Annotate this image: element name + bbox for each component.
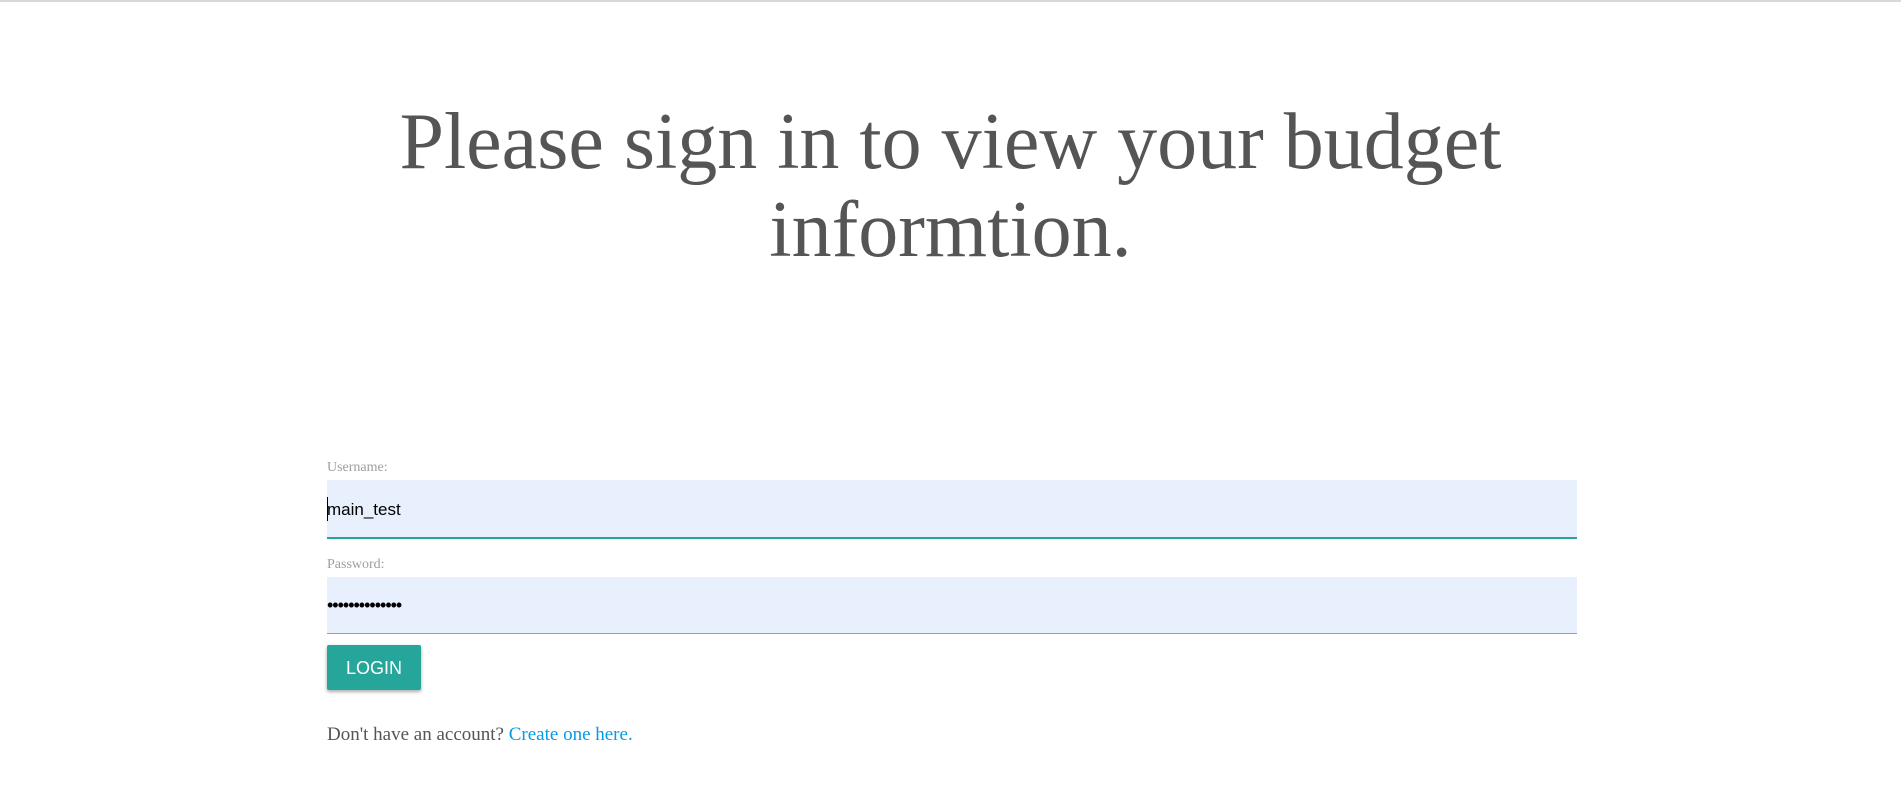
username-value: main_test [327,500,401,519]
page-title-line-2: informtion. [769,186,1132,274]
text-caret [327,497,328,521]
login-button[interactable]: LOGIN [327,645,421,690]
username-input[interactable]: main_test [327,480,1577,539]
password-label: Password: [327,557,385,572]
signup-prompt: Don't have an account? Create one here. [327,724,1577,746]
page-title: Please sign in to view your budget infor… [0,98,1901,274]
login-form: Username: main_test Password: ••••••••••… [327,460,1577,746]
password-input[interactable]: •••••••••••••• [327,577,1577,634]
password-value: •••••••••••••• [327,595,402,615]
top-border [0,0,1901,2]
signup-prompt-text: Don't have an account? [327,724,504,745]
page-title-line-1: Please sign in to view your budget [399,98,1502,186]
username-label: Username: [327,460,388,475]
create-account-link[interactable]: Create one here. [509,724,633,745]
